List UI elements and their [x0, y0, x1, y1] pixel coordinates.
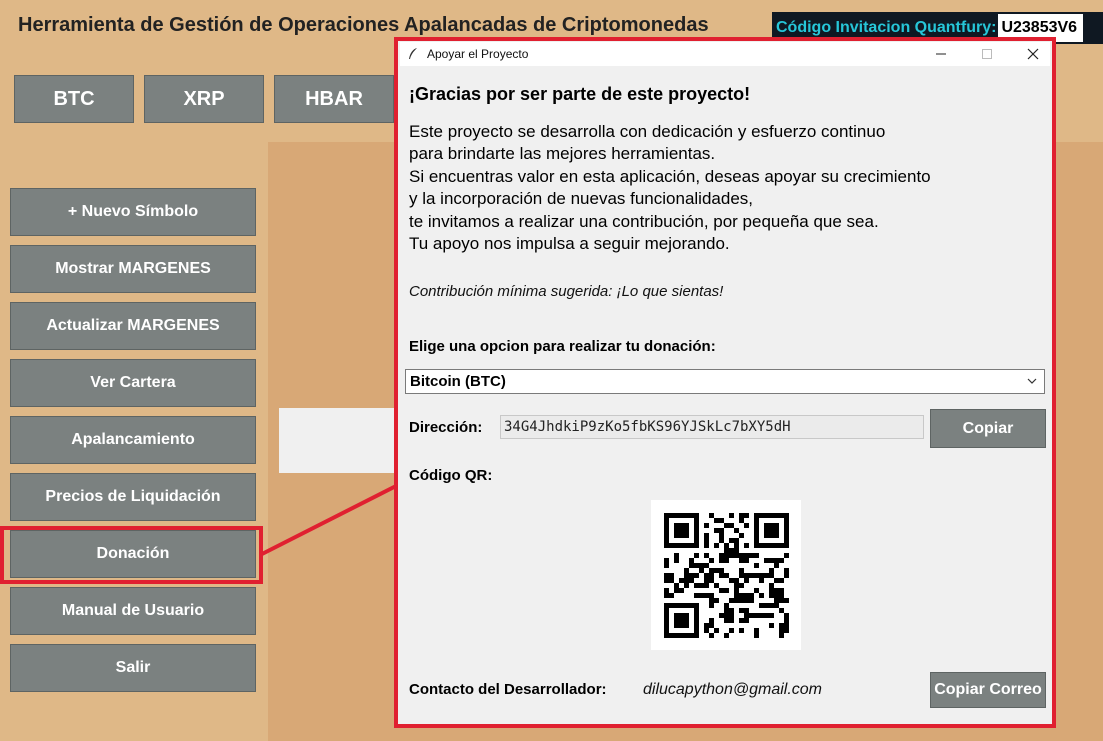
dialog-heading: ¡Gracias por ser parte de este proyecto!: [409, 84, 751, 104]
qr-code: [651, 500, 801, 650]
contact-email: dilucapython@gmail.com: [643, 681, 822, 698]
highlight-connector: [261, 484, 397, 556]
body-line: para brindarte las mejores herramientas.: [409, 144, 716, 164]
body-line: te invitamos a realizar una contribución…: [409, 211, 879, 231]
support-dialog: Apoyar el Proyecto ¡Gracias por ser part…: [400, 42, 1050, 722]
dialog-body: Este proyecto se desarrolla con dedicaci…: [409, 121, 931, 255]
copy-address-button[interactable]: Copiar: [930, 409, 1046, 448]
selected-option: Bitcoin (BTC): [410, 373, 506, 390]
donation-highlight: [0, 526, 263, 584]
maximize-icon[interactable]: [964, 42, 1010, 66]
qr-code-image: [664, 513, 789, 638]
address-label: Dirección:: [409, 419, 483, 436]
liquidation-prices-button[interactable]: Precios de Liquidación: [10, 473, 256, 521]
qr-label: Código QR:: [409, 467, 493, 484]
chevron-down-icon: [1027, 378, 1037, 384]
show-margins-button[interactable]: Mostrar MARGENES: [10, 245, 256, 293]
choose-option-label: Elige una opcion para realizar tu donaci…: [409, 338, 716, 355]
contact-label: Contacto del Desarrollador:: [409, 681, 607, 698]
user-manual-button[interactable]: Manual de Usuario: [10, 587, 256, 635]
invite-label: Código Invitacion Quantfury:: [776, 19, 997, 36]
view-portfolio-button[interactable]: Ver Cartera: [10, 359, 256, 407]
body-line: Si encuentras valor en esta aplicación, …: [409, 166, 931, 186]
min-contribution-text: Contribución mínima sugerida: ¡Lo que si…: [409, 283, 724, 300]
minimize-icon[interactable]: [918, 42, 964, 66]
body-line: Tu apoyo nos impulsa a seguir mejorando.: [409, 234, 730, 254]
donation-option-select[interactable]: Bitcoin (BTC): [405, 369, 1045, 394]
leverage-button[interactable]: Apalancamiento: [10, 416, 256, 464]
exit-button[interactable]: Salir: [10, 644, 256, 692]
update-margins-button[interactable]: Actualizar MARGENES: [10, 302, 256, 350]
dialog-titlebar[interactable]: Apoyar el Proyecto: [400, 42, 1050, 66]
copy-email-button[interactable]: Copiar Correo: [930, 672, 1046, 708]
close-icon[interactable]: [1010, 42, 1056, 66]
body-line: Este proyecto se desarrolla con dedicaci…: [409, 122, 886, 141]
address-field[interactable]: 34G4JhdkiP9zKo5fbKS96YJSkLc7bXY5dH: [500, 415, 924, 439]
feather-icon: [409, 48, 417, 59]
coin-tab-hbar[interactable]: HBAR: [274, 75, 394, 123]
body-line: y la incorporación de nuevas funcionalid…: [409, 189, 754, 209]
dialog-title: Apoyar el Proyecto: [427, 47, 529, 61]
coin-tab-xrp[interactable]: XRP: [144, 75, 264, 123]
new-symbol-button[interactable]: + Nuevo Símbolo: [10, 188, 256, 236]
app-title: Herramienta de Gestión de Operaciones Ap…: [18, 14, 709, 36]
coin-tab-btc[interactable]: BTC: [14, 75, 134, 123]
content-strip: [279, 408, 409, 473]
